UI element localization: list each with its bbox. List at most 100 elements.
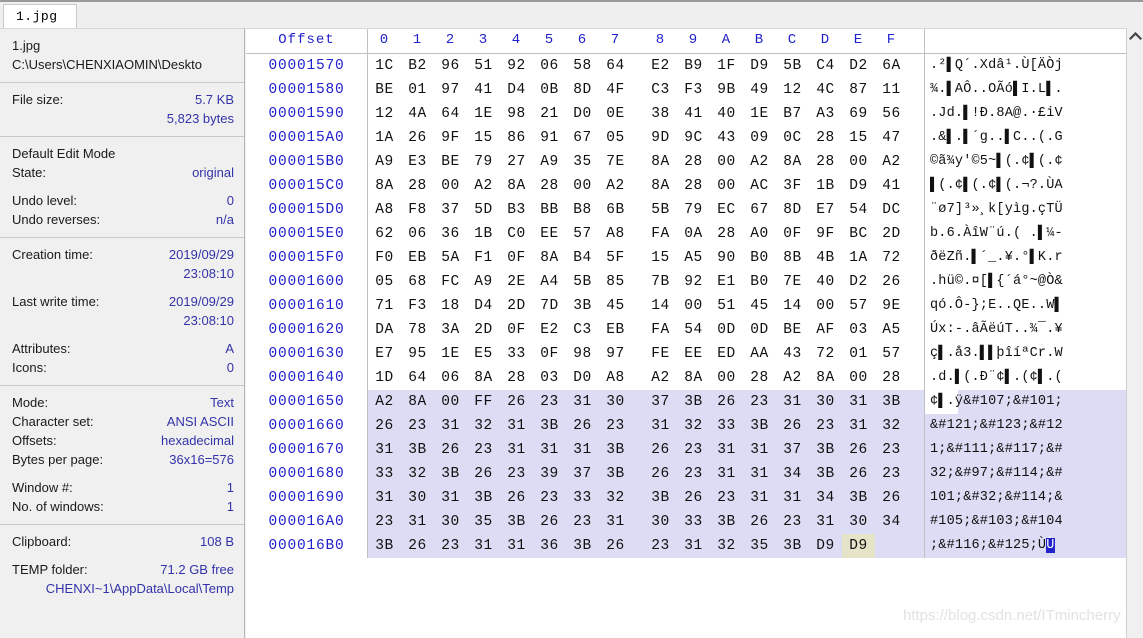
hex-byte[interactable]: 23 (467, 438, 500, 462)
hex-byte[interactable]: 18 (434, 294, 467, 318)
hex-byte[interactable]: 96 (434, 54, 467, 78)
hex-byte[interactable]: 45 (743, 294, 776, 318)
hex-byte[interactable]: 9F (809, 222, 842, 246)
hex-byte[interactable]: BE (776, 318, 809, 342)
hex-byte[interactable]: 32 (710, 534, 743, 558)
hex-byte[interactable]: EB (401, 246, 434, 270)
hex-byte[interactable]: 31 (809, 510, 842, 534)
hex-byte[interactable]: 31 (743, 438, 776, 462)
hex-byte[interactable]: 3B (875, 390, 908, 414)
hex-byte[interactable]: 15 (842, 126, 875, 150)
hex-byte[interactable]: 1C (368, 54, 401, 78)
hex-row-bytes[interactable]: 05 68 FC A9 2E A4 5B 85 7B 92 E1 B0 7E 40 D2 26 (368, 270, 924, 294)
hex-byte[interactable]: 8A (776, 150, 809, 174)
hex-byte[interactable]: 3B (434, 462, 467, 486)
hex-byte[interactable]: 37 (434, 198, 467, 222)
hex-byte[interactable]: FE (644, 342, 677, 366)
hex-row-bytes[interactable]: E7 95 1E E5 33 0F 98 97 FE EE ED AA 43 72 01 57 (368, 342, 924, 366)
hex-byte[interactable]: 3B (401, 438, 434, 462)
hex-byte[interactable]: F1 (467, 246, 500, 270)
hex-byte[interactable]: FC (434, 270, 467, 294)
hex-byte[interactable]: 0F (500, 318, 533, 342)
hex-byte[interactable]: A2 (599, 174, 632, 198)
hex-byte[interactable]: 31 (500, 414, 533, 438)
hex-byte[interactable]: 86 (500, 126, 533, 150)
hex-byte[interactable]: 28 (677, 174, 710, 198)
hex-byte[interactable]: 23 (710, 486, 743, 510)
hex-byte[interactable]: 36 (533, 534, 566, 558)
hex-byte[interactable]: A5 (875, 318, 908, 342)
hex-byte[interactable]: A4 (533, 270, 566, 294)
hex-byte[interactable]: A2 (776, 366, 809, 390)
hex-row[interactable]: 00001610 71 F3 18 D4 2D 7D 3B 45 14 00 51 45 14 00 57 9E… (246, 294, 1126, 318)
hex-byte[interactable]: 31 (566, 390, 599, 414)
hex-byte[interactable]: 33 (566, 486, 599, 510)
hex-row[interactable]: 00001590 12 4A 64 1E 98 21 D0 0E 38 41 40 1E B7 A3 69 56… (246, 102, 1126, 126)
hex-byte[interactable]: 00 (566, 174, 599, 198)
hex-byte[interactable]: 3B (677, 390, 710, 414)
hex-byte[interactable]: 72 (875, 246, 908, 270)
hex-byte[interactable]: 1F (710, 54, 743, 78)
hex-byte[interactable]: B2 (401, 54, 434, 78)
hex-row-bytes[interactable]: F0 EB 5A F1 0F 8A B4 5F 15 A5 90 B0 8B 4B 1A 72 (368, 246, 924, 270)
hex-row-ascii[interactable]: ¢▌.ÿ&#107;&#101; (924, 390, 1126, 414)
hex-row-ascii[interactable]: #105;&#103;&#104 (924, 510, 1126, 534)
hex-byte[interactable]: AF (809, 318, 842, 342)
hex-byte[interactable]: 41 (677, 102, 710, 126)
hex-byte[interactable]: 45 (599, 294, 632, 318)
hex-byte[interactable]: 56 (875, 102, 908, 126)
hex-byte[interactable]: 57 (875, 342, 908, 366)
hex-row-ascii[interactable]: ðëZñ.▌´_.¥.°▌K.r (924, 246, 1126, 270)
hex-byte[interactable]: D2 (842, 54, 875, 78)
hex-byte[interactable]: 2D (467, 318, 500, 342)
hex-byte[interactable]: 00 (434, 174, 467, 198)
hex-row-bytes[interactable]: 31 3B 26 23 31 31 31 3B 26 23 31 31 37 3B 26 23 (368, 438, 924, 462)
hex-byte[interactable]: 9C (677, 126, 710, 150)
hex-row-bytes[interactable]: DA 78 3A 2D 0F E2 C3 EB FA 54 0D 0D BE AF 03 A5 (368, 318, 924, 342)
hex-row[interactable]: 000015F0 F0 EB 5A F1 0F 8A B4 5F 15 A5 90 B0 8B 4B 1A 72… (246, 246, 1126, 270)
hex-byte[interactable]: 31 (566, 438, 599, 462)
hex-row-ascii[interactable]: 32;&#97;&#114;&# (924, 462, 1126, 486)
hex-byte[interactable]: 4C (809, 78, 842, 102)
hex-byte[interactable]: 23 (434, 534, 467, 558)
hex-byte[interactable]: 26 (401, 126, 434, 150)
hex-byte[interactable]: 8A (467, 366, 500, 390)
hex-byte[interactable]: 01 (401, 78, 434, 102)
hex-row-bytes[interactable]: A8 F8 37 5D B3 BB B8 6B 5B 79 EC 67 8D E7 54 DC (368, 198, 924, 222)
hex-byte[interactable]: E3 (401, 150, 434, 174)
hex-byte[interactable]: 8A (644, 150, 677, 174)
hex-byte[interactable]: 23 (368, 510, 401, 534)
hex-byte[interactable]: 32 (599, 486, 632, 510)
hex-byte[interactable]: 30 (401, 486, 434, 510)
hex-row[interactable]: 00001640 1D 64 06 8A 28 03 D0 A8 A2 8A 00 28 A2 8A 00 28… (246, 366, 1126, 390)
hex-byte[interactable]: EE (677, 342, 710, 366)
hex-row-bytes[interactable]: 1A 26 9F 15 86 91 67 05 9D 9C 43 09 0C 28 15 47 (368, 126, 924, 150)
hex-byte[interactable]: 36 (434, 222, 467, 246)
hex-byte[interactable]: ED (710, 342, 743, 366)
hex-byte[interactable]: 5D (467, 198, 500, 222)
hex-byte[interactable]: 78 (401, 318, 434, 342)
hex-byte[interactable]: 8A (809, 366, 842, 390)
hex-byte[interactable]: 3B (599, 462, 632, 486)
hex-byte[interactable]: 9D (644, 126, 677, 150)
hex-byte[interactable]: 62 (368, 222, 401, 246)
hex-row-bytes[interactable]: 8A 28 00 A2 8A 28 00 A2 8A 28 00 AC 3F 1B D9 41 (368, 174, 924, 198)
hex-byte[interactable]: 0D (743, 318, 776, 342)
hex-byte[interactable]: 09 (743, 126, 776, 150)
hex-byte[interactable]: 0C (776, 126, 809, 150)
hex-byte[interactable]: A2 (644, 366, 677, 390)
hex-byte[interactable]: BE (434, 150, 467, 174)
hex-byte[interactable]: F0 (368, 246, 401, 270)
hex-byte[interactable]: 8A (500, 174, 533, 198)
hex-byte[interactable]: 14 (644, 294, 677, 318)
hex-byte[interactable]: 26 (677, 486, 710, 510)
hex-byte[interactable]: A8 (599, 366, 632, 390)
hex-byte[interactable]: 30 (842, 510, 875, 534)
hex-byte[interactable]: 30 (434, 510, 467, 534)
hex-byte[interactable]: 00 (677, 294, 710, 318)
hex-byte[interactable]: 12 (368, 102, 401, 126)
hex-byte[interactable]: F8 (401, 198, 434, 222)
hex-byte[interactable]: 7D (533, 294, 566, 318)
hex-byte[interactable]: 15 (467, 126, 500, 150)
hex-row-ascii[interactable]: &#121;&#123;&#12 (924, 414, 1126, 438)
